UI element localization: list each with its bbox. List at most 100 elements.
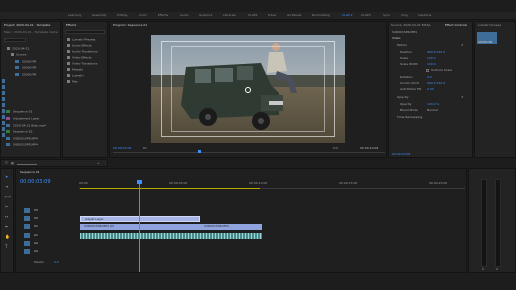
list-item[interactable]: 2020-04-21 Blab.mp4 [6,124,60,129]
workspace-tab-all-panels[interactable]: All Panels [287,14,301,17]
track-target[interactable] [24,216,30,221]
list-item[interactable]: S0000 PR [15,60,60,65]
workspace-tab-graphics[interactable]: Graphics [199,14,212,17]
track-a1[interactable]: A1 [24,233,54,239]
video-frame[interactable] [151,35,345,143]
effects-folder[interactable]: Lumetri Presets [67,38,107,43]
track-target[interactable] [24,224,30,229]
sequence-tab[interactable]: Sequence 01 [20,171,40,174]
effect-controls-timecode[interactable]: 00:00:03:09 [392,153,410,156]
mini-playhead[interactable] [198,150,201,153]
list-item[interactable]: S0000 PR [15,66,60,71]
razor-tool-icon[interactable]: ✂ [5,205,8,209]
master-track[interactable]: Master 0.0 [24,260,74,266]
track-a3[interactable]: A3 [24,249,54,255]
workspace-tab-color[interactable]: Color [139,14,147,17]
track-target[interactable] [24,241,30,246]
reset-icon[interactable]: ↺ [461,44,464,47]
playhead[interactable] [139,180,140,272]
effects-folder[interactable]: Lumetri [67,74,107,79]
effects-folder[interactable]: Audio Effects [67,44,107,49]
list-view-icon[interactable]: ☰ [5,162,8,165]
timeline-timecode[interactable]: 00:00:03:09 [20,180,51,185]
program-timecode[interactable]: 00:00:03:09 [113,147,131,150]
track-target[interactable] [24,233,30,238]
effects-folder[interactable]: Audio Transitions [67,50,107,55]
search-input[interactable] [4,38,26,42]
track-v1[interactable]: V1 [24,224,54,230]
type-tool-icon[interactable]: T [5,245,7,249]
label-column [2,79,5,139]
list-item[interactable]: Source [11,53,60,58]
clip-audio-a1[interactable] [80,233,262,239]
effects-search-input[interactable] [65,30,105,34]
workspace-tab-clap2[interactable]: CLAP 2 [342,14,353,17]
zoom-slider[interactable] [17,164,37,165]
effects-tab[interactable]: Effects [66,24,76,27]
mini-timeline[interactable] [113,152,385,153]
workspace-tab-editing[interactable]: Editing [117,14,127,17]
effect-controls-tab[interactable]: Effect Controls [445,24,467,27]
effects-panel: Effects Lumetri Presets Audio Effects Au… [62,21,108,158]
search-icon: ⌕ [5,37,7,41]
track-v2[interactable]: V2 [24,216,54,222]
reset-icon[interactable]: ↺ [461,96,464,99]
workspace-tab-effects[interactable]: Effects [158,14,168,17]
workspace-tab-assembly[interactable]: Assembly [92,14,106,17]
work-area-bar[interactable] [80,188,260,189]
hand-tool-icon[interactable]: ✋ [5,235,10,239]
workspace-tab-learning[interactable]: Learning [68,14,81,17]
time-remap-effect[interactable]: Time Remapping [397,116,472,121]
crosshair-icon[interactable] [245,87,251,93]
workspace-tab-clap3[interactable]: CLAP3 [361,14,371,17]
project-tab[interactable]: Project: 2020-04-21 - Template [4,24,50,27]
slip-tool-icon[interactable]: ↔ [5,215,8,219]
pen-tool-icon[interactable]: ✒ [5,225,8,229]
quality-dropdown[interactable]: Full [333,147,338,150]
effects-folder[interactable]: Presets [67,68,107,73]
list-item[interactable]: Sequence 01 [6,110,60,115]
workspace-tab-libraries[interactable]: Libraries [223,14,236,17]
workspace-tab-vlog[interactable]: Vlog [401,14,408,17]
workspace-bar: Learning Assembly Editing Color Effects … [0,12,516,20]
track-target[interactable] [24,249,30,254]
track-a2[interactable]: A2 [24,241,54,247]
clip-adjustment-layer[interactable]: Adjust Layer [80,216,200,222]
new-item-icon[interactable]: + [97,162,100,165]
workspace-tab-clap1[interactable]: CLAP1 [248,14,258,17]
master-volume[interactable]: 0.0 [54,261,59,264]
meter-solo-icon[interactable]: S [496,268,498,271]
clip-video-v1b[interactable]: S4D0015PR.MP4 [200,224,262,230]
list-item[interactable]: 2020-04-21 [7,47,60,52]
clip-icon [6,143,10,146]
fit-dropdown[interactable]: Fit [143,147,147,150]
list-item[interactable]: S4D0015PR.MP4 [6,143,60,148]
track-select-icon[interactable]: ⇥ [5,185,8,189]
playhead-handle[interactable] [137,180,142,184]
source-tab[interactable]: Source: 2020-04-21 Bl3Ab.mp4 [391,24,431,27]
program-tab[interactable]: Program: Sequence 01 [113,24,147,27]
workspace-tab-audio[interactable]: Audio [180,14,189,17]
track-v3[interactable]: V3 [24,208,54,214]
ruler-label: 00:00:20:00 [429,181,448,185]
meter-mute-icon[interactable]: S [482,268,484,271]
workspace-tab-sync[interactable]: Sync [383,14,390,17]
effects-folder[interactable]: Video Transitions [67,62,107,67]
icon-view-icon[interactable]: ▦ [11,162,14,165]
clip-icon [6,117,10,120]
selection-tool-icon[interactable]: ➤ [5,175,8,179]
workspace-tab-trave[interactable]: Trave [268,14,276,17]
track-target[interactable] [24,208,30,213]
uniform-scale-checkbox[interactable] [426,69,429,72]
list-item[interactable]: S0000 PR [15,73,60,78]
workspace-tab-captions[interactable]: Captions [418,14,431,17]
ripple-edit-icon[interactable]: ⟷ [5,195,11,199]
lumetri-scopes-tab[interactable]: Lumetri Scopes [478,24,501,27]
list-item[interactable]: Sequence 02 [6,130,60,135]
workspace-tab-normalizing[interactable]: Normalizing [312,14,330,17]
list-item[interactable]: S4D0015PR.MP4 [6,137,60,142]
list-item[interactable]: Adjustment Layer [6,117,60,122]
effects-folder[interactable]: Video Effects [67,56,107,61]
clip-video-v1[interactable]: S4D0015PR.MP4 [V] [80,224,200,230]
effects-folder[interactable]: Mac [67,80,107,85]
